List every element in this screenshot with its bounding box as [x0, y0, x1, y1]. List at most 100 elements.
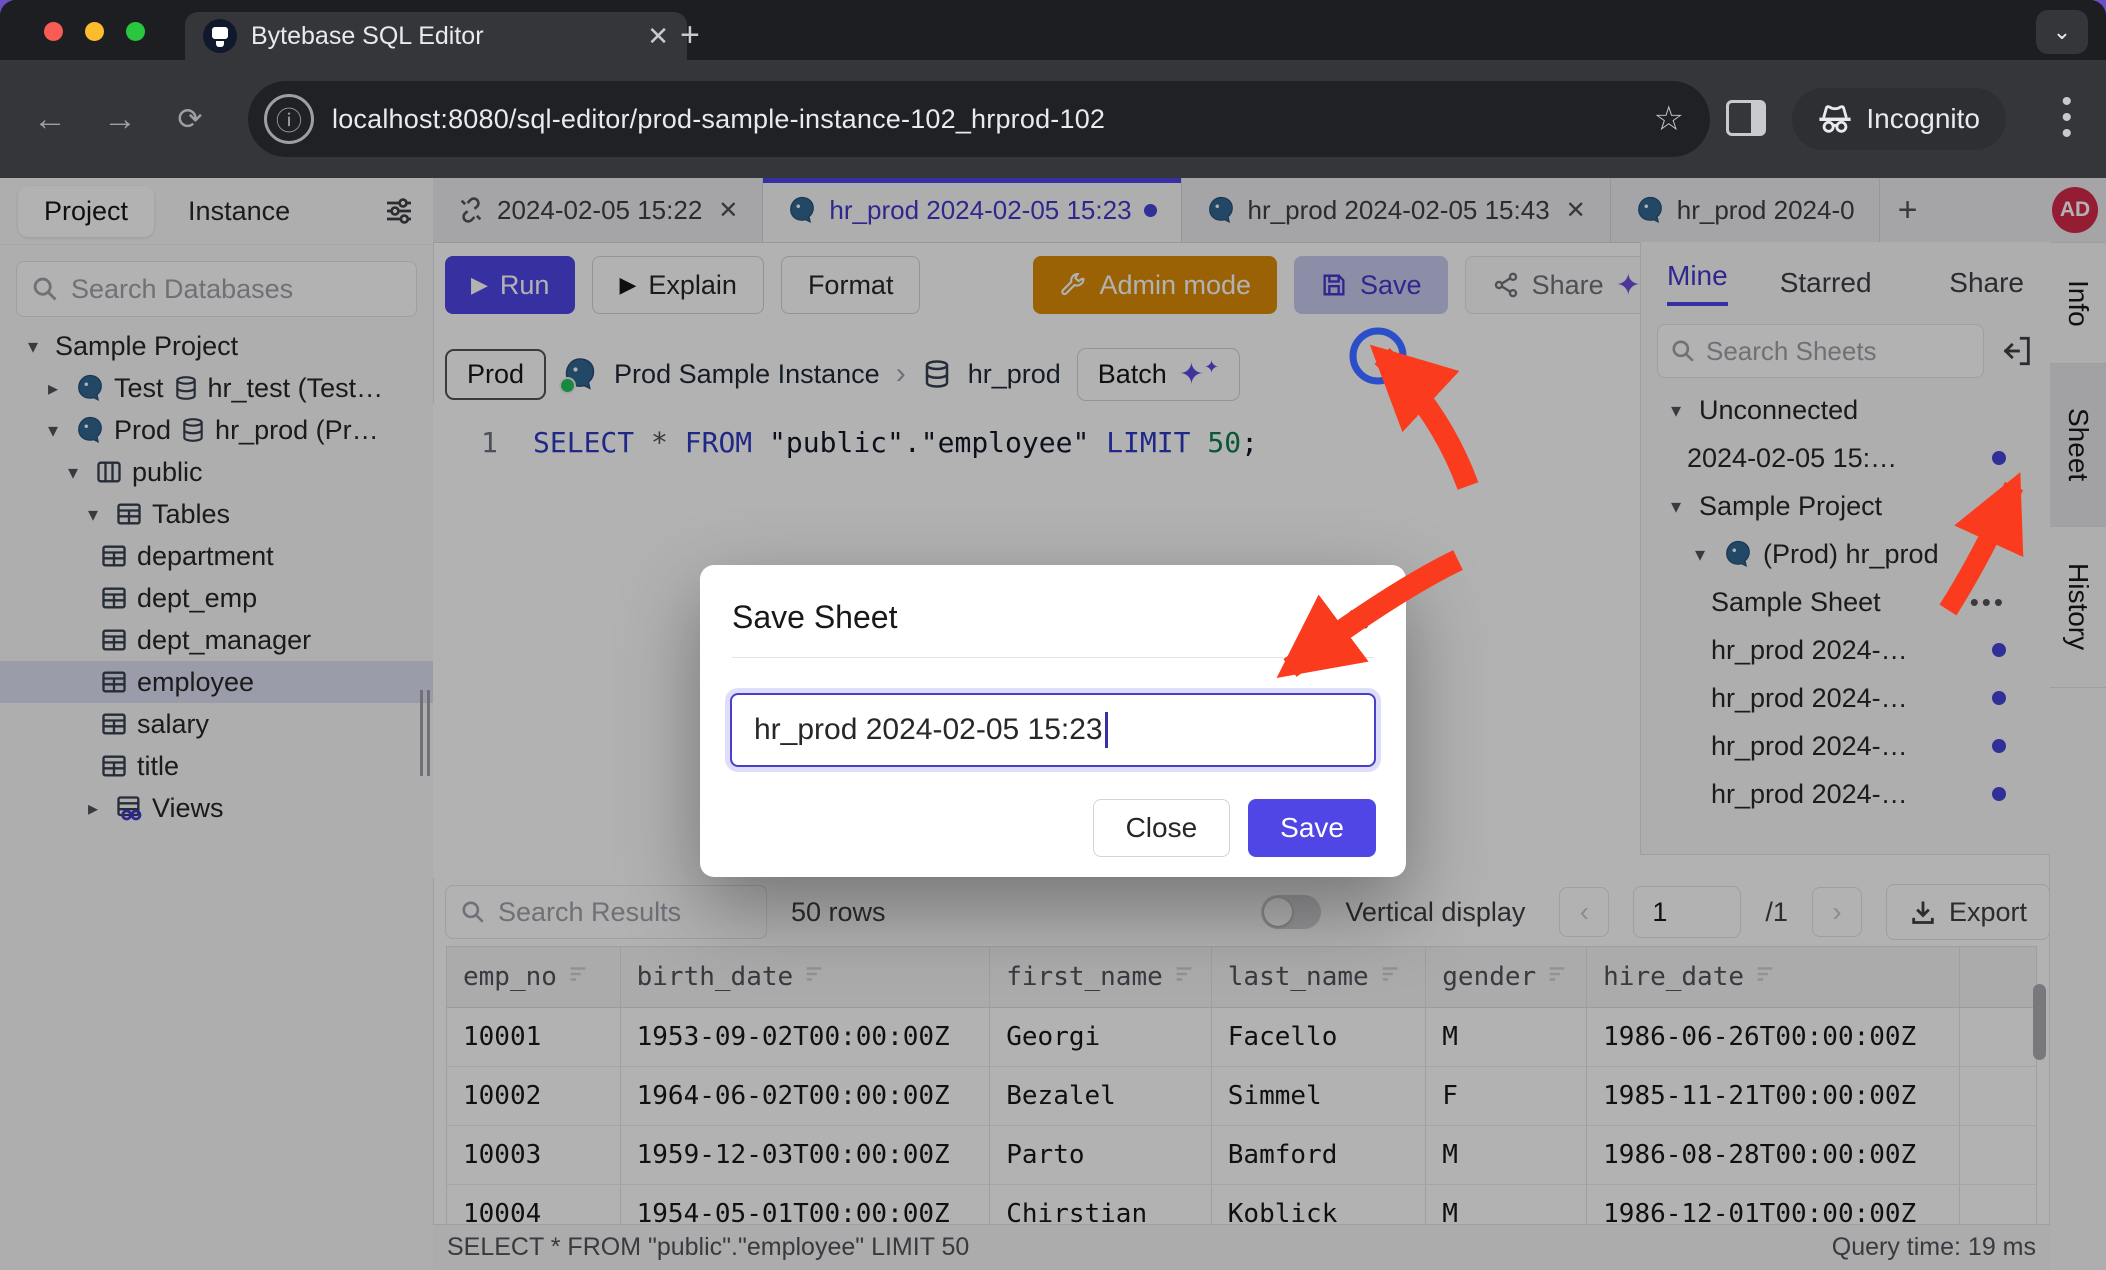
- caret-down-icon[interactable]: ▾: [1663, 398, 1689, 423]
- table-row[interactable]: 100011953-09-02T00:00:00ZGeorgiFacelloM1…: [447, 1008, 2037, 1067]
- browser-menu-icon[interactable]: •••: [2061, 94, 2072, 142]
- window-close-button[interactable]: [44, 22, 63, 41]
- sheet-hr_prod-2[interactable]: hr_prod 2024-…: [1641, 674, 2050, 722]
- caret-down-icon[interactable]: ▾: [80, 502, 106, 527]
- site-info-icon[interactable]: ⓘ: [264, 94, 314, 144]
- column-header-hire_date[interactable]: hire_date: [1587, 947, 1959, 1008]
- format-button[interactable]: Format: [781, 256, 921, 314]
- forward-icon[interactable]: →: [100, 100, 140, 139]
- tab-project[interactable]: Project: [18, 186, 154, 237]
- tree-item-table-title[interactable]: title: [0, 745, 433, 787]
- tree-item-schema-public[interactable]: ▾public: [0, 451, 433, 493]
- tree-item-table-employee[interactable]: employee: [0, 661, 433, 703]
- sheet-panel-tab-share[interactable]: Share: [1949, 267, 2024, 299]
- dialog-save-button[interactable]: Save: [1248, 799, 1376, 857]
- save-button[interactable]: Save: [1294, 256, 1448, 314]
- dialog-close-icon[interactable]: ✕: [1345, 601, 1372, 639]
- worksheet-tab-2[interactable]: hr_prod 2024-02-05 15:43✕: [1182, 178, 1611, 242]
- sheet-hr_prod-3[interactable]: hr_prod 2024-…: [1641, 722, 2050, 770]
- tree-item-test-hr_test[interactable]: ▸Testhr_test (Test…: [0, 367, 433, 409]
- column-header-last_name[interactable]: last_name: [1211, 947, 1425, 1008]
- admin-mode-button[interactable]: Admin mode: [1033, 256, 1277, 314]
- column-header-gender[interactable]: gender: [1426, 947, 1587, 1008]
- environment-chip[interactable]: Prod: [445, 349, 546, 400]
- sort-icon[interactable]: [1754, 966, 1776, 990]
- caret-right-icon[interactable]: ▸: [40, 376, 66, 401]
- table-row[interactable]: 100021964-06-02T00:00:00ZBezalelSimmelF1…: [447, 1067, 2037, 1126]
- caret-down-icon[interactable]: ▾: [1687, 542, 1713, 567]
- tree-item-views[interactable]: ▸Views: [0, 787, 433, 829]
- browser-tab[interactable]: Bytebase SQL Editor ✕: [185, 12, 687, 60]
- worksheet-tab-1[interactable]: hr_prod 2024-02-05 15:23: [763, 178, 1181, 242]
- rail-tab-sheet[interactable]: Sheet: [2050, 364, 2106, 527]
- rail-tab-history[interactable]: History: [2050, 527, 2106, 688]
- next-page-button[interactable]: ›: [1812, 887, 1862, 937]
- close-tab-icon[interactable]: ✕: [1566, 196, 1586, 225]
- caret-right-icon[interactable]: ▸: [80, 796, 106, 821]
- group-sample-project[interactable]: ▾Sample Project: [1641, 482, 2050, 530]
- search-sheets-input[interactable]: Search Sheets: [1657, 324, 1984, 378]
- window-zoom-button[interactable]: [126, 22, 145, 41]
- tree-item-table-dept_manager[interactable]: dept_manager: [0, 619, 433, 661]
- tree-item-prod-hr_prod[interactable]: ▾Prodhr_prod (Pr…: [0, 409, 433, 451]
- new-tab-button[interactable]: +: [680, 18, 700, 52]
- import-sheet-icon[interactable]: [2000, 334, 2034, 368]
- explain-button[interactable]: ▶Explain: [592, 256, 763, 314]
- new-worksheet-button[interactable]: +: [1880, 178, 1936, 242]
- sort-icon[interactable]: [1173, 966, 1195, 990]
- address-bar[interactable]: ⓘ localhost:8080/sql-editor/prod-sample-…: [248, 81, 1710, 157]
- worksheet-tab-0[interactable]: 2024-02-05 15:22✕: [433, 178, 763, 242]
- results-table[interactable]: emp_nobirth_datefirst_namelast_namegende…: [447, 947, 2037, 1225]
- rail-tab-info[interactable]: Info: [2050, 242, 2106, 364]
- sheet-panel-tab-mine[interactable]: Mine: [1667, 260, 1728, 306]
- tree-item-sample-project[interactable]: ▾Sample Project: [0, 325, 433, 367]
- worksheet-tab-3[interactable]: hr_prod 2024-0: [1611, 178, 1880, 242]
- sort-icon[interactable]: [567, 966, 589, 990]
- sheet-panel-tab-starred[interactable]: Starred: [1780, 267, 1872, 299]
- sheet-unconnected-1[interactable]: 2024-02-05 15:…: [1641, 434, 2050, 482]
- tree-item-table-department[interactable]: department: [0, 535, 433, 577]
- filter-sliders-icon[interactable]: [383, 195, 415, 227]
- database-name[interactable]: hr_prod: [968, 359, 1061, 390]
- caret-down-icon[interactable]: ▾: [1663, 494, 1689, 519]
- close-tab-icon[interactable]: ✕: [718, 196, 738, 225]
- db-prod-hr_prod[interactable]: ▾(Prod) hr_prod: [1641, 530, 2050, 578]
- tree-item-table-dept_emp[interactable]: dept_emp: [0, 577, 433, 619]
- group-unconnected[interactable]: ▾Unconnected: [1641, 386, 2050, 434]
- reload-icon[interactable]: ⟳: [170, 102, 210, 137]
- run-button[interactable]: ▶Run: [445, 256, 575, 314]
- caret-down-icon[interactable]: ▾: [20, 334, 46, 359]
- bookmark-star-icon[interactable]: ☆: [1654, 99, 1684, 139]
- batch-button[interactable]: Batch✦✦: [1077, 348, 1240, 401]
- sheet-sample-sheet[interactable]: Sample Sheet•••: [1641, 578, 2050, 626]
- table-row[interactable]: 100041954-05-01T00:00:00ZChirstianKoblic…: [447, 1185, 2037, 1226]
- sheet-hr_prod-1[interactable]: hr_prod 2024-…: [1641, 626, 2050, 674]
- window-minimize-button[interactable]: [85, 22, 104, 41]
- sort-icon[interactable]: [1546, 966, 1568, 990]
- sheet-hr_prod-4[interactable]: hr_prod 2024-…: [1641, 770, 2050, 818]
- page-input[interactable]: 1: [1633, 886, 1741, 938]
- table-row[interactable]: 100031959-12-03T00:00:00ZPartoBamfordM19…: [447, 1126, 2037, 1185]
- caret-down-icon[interactable]: ▾: [40, 418, 66, 443]
- column-header-birth_date[interactable]: birth_date: [620, 947, 990, 1008]
- export-button[interactable]: Export: [1886, 884, 2050, 940]
- sidebar-resize-handle[interactable]: [420, 690, 430, 776]
- tab-instance[interactable]: Instance: [162, 186, 316, 237]
- sort-icon[interactable]: [803, 966, 825, 990]
- instance-name[interactable]: Prod Sample Instance: [614, 359, 880, 390]
- tab-search-chevron-icon[interactable]: ⌄: [2036, 10, 2088, 54]
- grid-scrollbar[interactable]: [2033, 984, 2046, 1060]
- dialog-close-button[interactable]: Close: [1093, 799, 1231, 857]
- prev-page-button[interactable]: ‹: [1559, 887, 1609, 937]
- caret-down-icon[interactable]: ▾: [60, 460, 86, 485]
- sheet-name-input[interactable]: hr_prod 2024-02-05 15:23: [730, 693, 1376, 767]
- back-icon[interactable]: ←: [30, 100, 70, 139]
- tree-item-tables[interactable]: ▾Tables: [0, 493, 433, 535]
- browser-tab-close-icon[interactable]: ✕: [647, 21, 669, 52]
- column-header-first_name[interactable]: first_name: [990, 947, 1212, 1008]
- more-actions-icon[interactable]: •••: [1970, 587, 2006, 618]
- vertical-display-toggle[interactable]: [1261, 895, 1321, 929]
- side-panel-icon[interactable]: [1726, 100, 1766, 136]
- tree-item-table-salary[interactable]: salary: [0, 703, 433, 745]
- user-avatar[interactable]: AD: [2052, 187, 2098, 233]
